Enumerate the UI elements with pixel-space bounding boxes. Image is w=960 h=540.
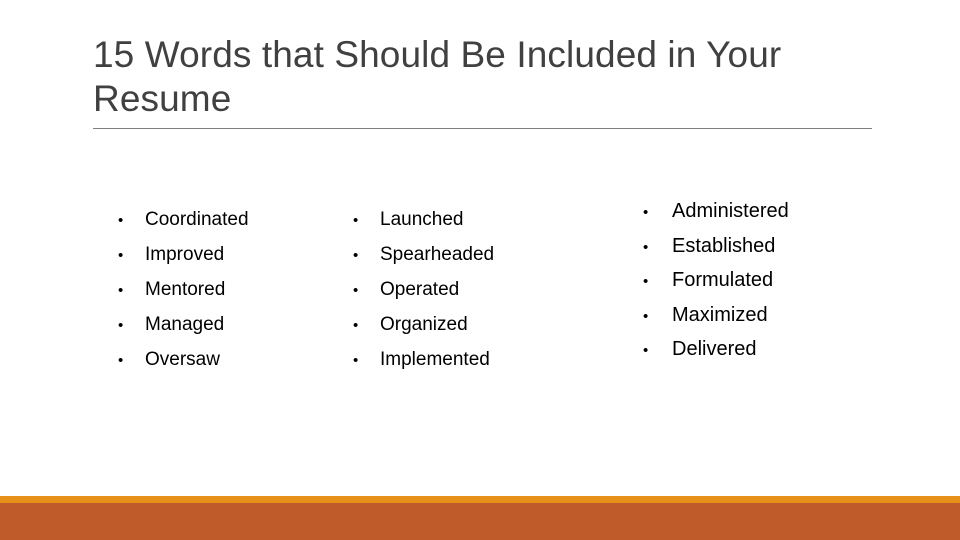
list-item-label: Improved bbox=[145, 244, 225, 265]
list-item: • Coordinated bbox=[118, 203, 249, 238]
bullet-list-3: • Administered • Established • Formulate… bbox=[643, 195, 789, 368]
list-item: • Organized bbox=[353, 308, 494, 343]
list-item-label: Administered bbox=[672, 200, 789, 222]
bullet-icon: • bbox=[643, 204, 649, 221]
list-item: • Mentored bbox=[118, 273, 249, 308]
list-item: • Administered bbox=[643, 195, 789, 230]
list-item-label: Spearheaded bbox=[380, 244, 495, 265]
list-item: • Improved bbox=[118, 238, 249, 273]
slide: 15 Words that Should Be Included in Your… bbox=[0, 0, 960, 540]
list-item-label: Delivered bbox=[672, 338, 757, 360]
list-item: • Operated bbox=[353, 273, 494, 308]
bullet-icon: • bbox=[353, 317, 359, 334]
bullet-icon: • bbox=[643, 307, 649, 325]
bullet-icon: • bbox=[118, 212, 124, 229]
footer-main-bar bbox=[0, 503, 960, 540]
list-item-label: Operated bbox=[380, 279, 460, 300]
list-item-label: Managed bbox=[145, 314, 225, 335]
bullet-list-2: • Launched • Spearheaded • Operated • Or… bbox=[353, 203, 494, 378]
bullet-icon: • bbox=[353, 282, 359, 299]
list-item: • Launched bbox=[353, 203, 494, 238]
list-item: • Oversaw bbox=[118, 343, 249, 378]
bullet-icon: • bbox=[353, 212, 359, 229]
list-item-label: Mentored bbox=[145, 279, 226, 300]
list-item-label: Launched bbox=[380, 209, 464, 230]
list-item-label: Maximized bbox=[672, 303, 768, 326]
bullet-icon: • bbox=[118, 247, 124, 264]
bullet-icon: • bbox=[118, 282, 124, 299]
bullet-column-2: • Launched • Spearheaded • Operated • Or… bbox=[353, 203, 494, 378]
word-columns: • Coordinated • Improved • Mentored • Ma… bbox=[0, 0, 960, 540]
list-item: • Managed bbox=[118, 308, 249, 343]
bullet-icon: • bbox=[643, 238, 649, 256]
list-item: • Implemented bbox=[353, 343, 494, 378]
list-item-label: Oversaw bbox=[145, 349, 220, 370]
bullet-icon: • bbox=[353, 352, 359, 369]
bullet-icon: • bbox=[643, 342, 649, 359]
list-item: • Maximized bbox=[643, 299, 789, 334]
list-item-label: Formulated bbox=[672, 269, 774, 291]
bullet-icon: • bbox=[118, 352, 124, 369]
bullet-column-1: • Coordinated • Improved • Mentored • Ma… bbox=[118, 203, 249, 378]
bullet-list-1: • Coordinated • Improved • Mentored • Ma… bbox=[118, 203, 249, 378]
bullet-icon: • bbox=[643, 273, 649, 290]
list-item: • Spearheaded bbox=[353, 238, 494, 273]
list-item: • Established bbox=[643, 230, 789, 265]
list-item: • Formulated bbox=[643, 264, 789, 299]
list-item-label: Organized bbox=[380, 314, 468, 335]
list-item: • Delivered bbox=[643, 333, 789, 368]
list-item-label: Established bbox=[672, 234, 776, 257]
bullet-icon: • bbox=[353, 247, 359, 264]
list-item-label: Implemented bbox=[380, 349, 490, 370]
bullet-icon: • bbox=[118, 317, 124, 334]
bullet-column-3: • Administered • Established • Formulate… bbox=[643, 195, 789, 368]
list-item-label: Coordinated bbox=[145, 209, 249, 230]
footer-accent-bar bbox=[0, 496, 960, 503]
